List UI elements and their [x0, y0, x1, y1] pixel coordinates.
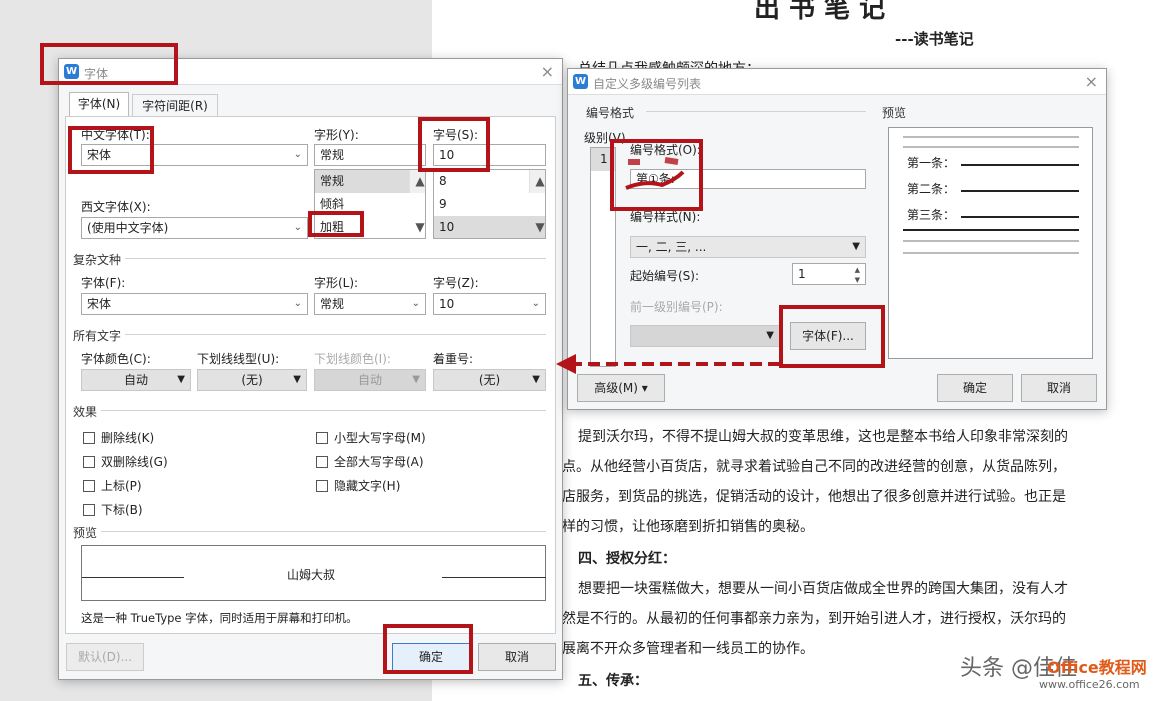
arrow-head-icon [556, 354, 576, 374]
scribble-mark [628, 157, 679, 165]
scribble-mark [625, 170, 685, 190]
annotation-overlay [556, 157, 780, 374]
